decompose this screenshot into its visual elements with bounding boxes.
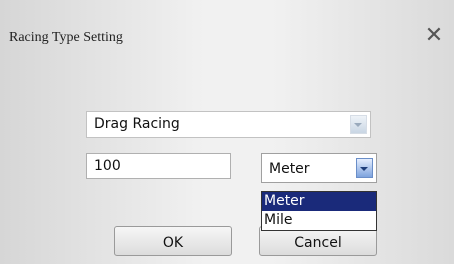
unit-option-meter[interactable]: Meter: [262, 192, 376, 211]
unit-dropdown-list: Meter Mile: [261, 191, 377, 231]
unit-value: Meter: [269, 161, 310, 177]
racing-type-setting-dialog: Racing Type Setting ✕ Drag Racing Meter …: [0, 0, 454, 264]
ok-button[interactable]: OK: [114, 226, 232, 256]
racing-type-select[interactable]: Drag Racing: [86, 111, 371, 138]
unit-option-mile[interactable]: Mile: [262, 211, 376, 230]
cancel-button-label: Cancel: [294, 235, 342, 251]
racing-type-value: Drag Racing: [94, 116, 180, 132]
unit-select[interactable]: Meter: [261, 153, 377, 183]
distance-input[interactable]: [86, 153, 231, 179]
chevron-down-icon[interactable]: [350, 115, 367, 134]
dialog-title: Racing Type Setting: [9, 30, 123, 45]
close-icon[interactable]: ✕: [422, 24, 446, 48]
chevron-down-icon[interactable]: [356, 158, 373, 178]
ok-button-label: OK: [162, 235, 184, 251]
